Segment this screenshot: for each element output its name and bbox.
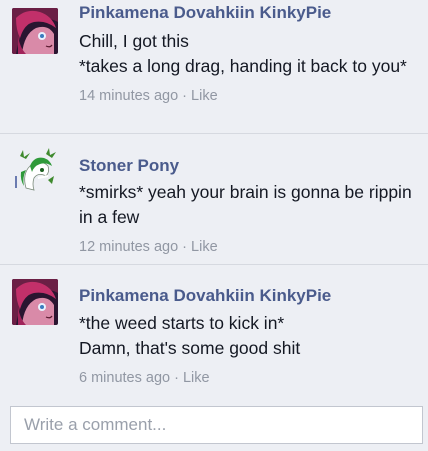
comment-body: Stoner Pony *smirks* yeah your brain is … [79,155,418,257]
comment-body: Pinkamena Dovahkiin KinkyPie Chill, I go… [79,2,418,106]
comment-author-link[interactable]: Pinkamena Dovahkiin KinkyPie [79,285,418,307]
comment-text-line: *takes a long drag, handing it back to y… [79,56,407,76]
pinkamena-pony-avatar-icon[interactable] [12,279,58,325]
comment-meta: 6 minutes ago · Like [79,368,418,388]
meta-separator: · [170,370,183,386]
comment-author-link[interactable]: Stoner Pony [79,155,418,177]
comment-text-line: *smirks* yeah your brain is gonna be rip… [79,182,412,227]
meta-separator: · [178,88,192,104]
write-comment-input[interactable]: Write a comment... [10,406,423,444]
comment-timestamp[interactable]: 12 minutes ago [79,239,178,255]
comment-item: Pinkamena Dovahkiin KinkyPie *the weed s… [0,265,428,399]
comment-author-link[interactable]: Pinkamena Dovahkiin KinkyPie [79,2,418,24]
comment-text: Chill, I got this *takes a long drag, ha… [79,29,418,79]
comment-timestamp[interactable]: 6 minutes ago [79,370,170,386]
like-link[interactable]: Like [191,88,218,104]
pinkamena-pony-avatar-icon[interactable] [12,8,58,54]
stoner-pony-avatar-icon[interactable] [12,148,58,194]
comment-item: Pinkamena Dovahkiin KinkyPie Chill, I go… [0,0,428,133]
meta-separator: · [178,239,192,255]
like-link[interactable]: Like [191,239,218,255]
comment-text-line: Chill, I got this [79,31,189,51]
comment-meta: 14 minutes ago · Like [79,86,418,106]
like-link[interactable]: Like [183,370,210,386]
comment-text: *smirks* yeah your brain is gonna be rip… [79,180,418,230]
comment-text: *the weed starts to kick in* Damn, that'… [79,311,418,361]
comment-text-line: Damn, that's some good shit [79,338,301,358]
comment-item: Stoner Pony *smirks* yeah your brain is … [0,134,428,264]
comment-feed: Pinkamena Dovahkiin KinkyPie Chill, I go… [0,0,428,451]
comment-meta: 12 minutes ago · Like [79,237,418,257]
comment-text-line: *the weed starts to kick in* [79,313,285,333]
comment-body: Pinkamena Dovahkiin KinkyPie *the weed s… [79,285,418,388]
comment-timestamp[interactable]: 14 minutes ago [79,88,178,104]
